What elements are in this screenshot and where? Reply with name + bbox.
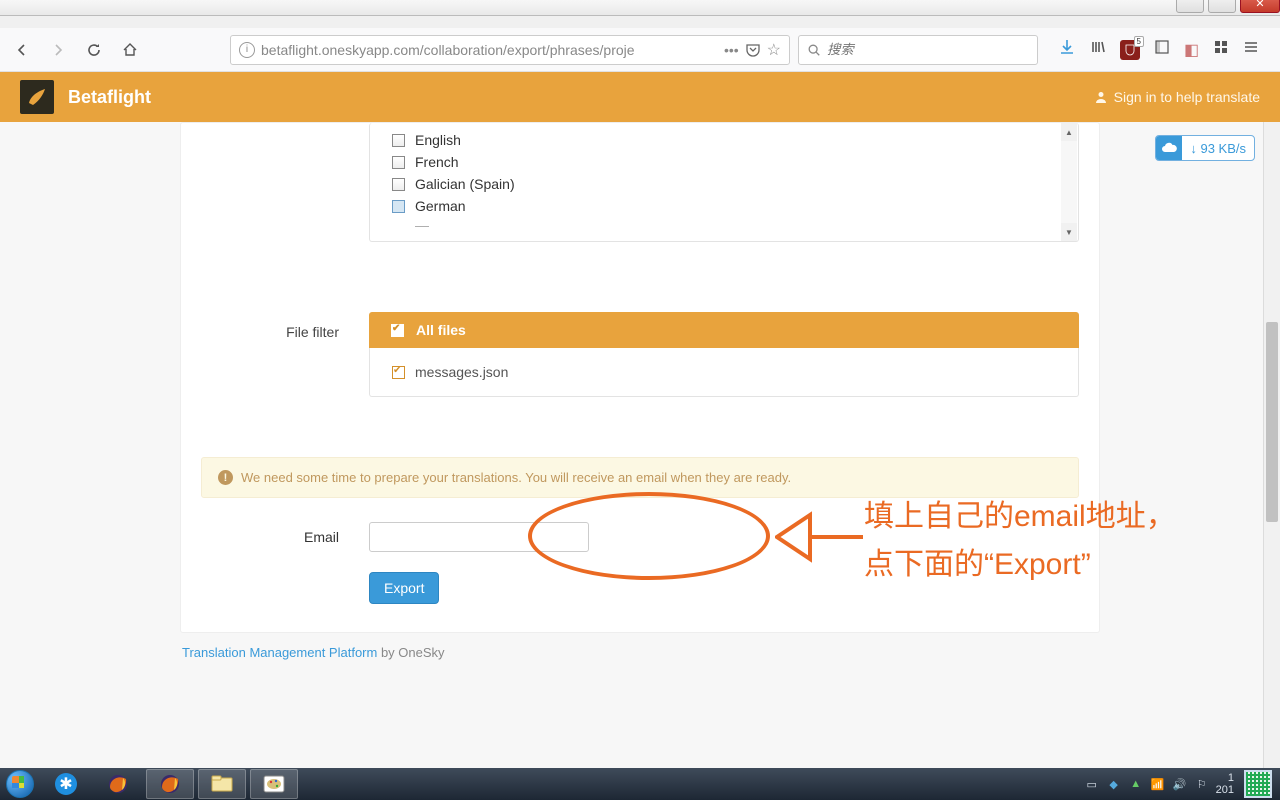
tray-icon[interactable]: ▲ <box>1128 776 1144 792</box>
page-actions-icon[interactable]: ••• <box>724 42 739 58</box>
window-minimize-button[interactable] <box>1208 0 1236 13</box>
tray-icon[interactable]: ▭ <box>1084 776 1100 792</box>
info-alert: ! We need some time to prepare your tran… <box>201 457 1079 498</box>
file-filter-header[interactable]: All files <box>369 312 1079 348</box>
export-button[interactable]: Export <box>369 572 439 604</box>
sidebar-toggle-icon[interactable] <box>1154 39 1170 60</box>
footer-link[interactable]: Translation Management Platform <box>182 645 377 660</box>
speed-value: ↓ 93 KB/s <box>1182 141 1254 156</box>
file-filter-item[interactable]: messages.json <box>392 364 1056 380</box>
window-close-button[interactable]: ✕ <box>1240 0 1280 13</box>
tab-strip <box>0 16 1280 28</box>
app-header: Betaflight Sign in to help translate <box>0 72 1280 122</box>
extension-icon-1[interactable]: ◧ <box>1184 40 1199 60</box>
signin-link[interactable]: Sign in to help translate <box>1094 89 1260 105</box>
tray-time[interactable]: 1 <box>1216 772 1234 784</box>
language-item[interactable]: English <box>370 129 1078 151</box>
taskbar-app-1[interactable]: ✱ <box>42 769 90 799</box>
search-bar[interactable] <box>798 35 1038 65</box>
system-tray[interactable]: ▭ ◆ ▲ 📶 🔊 ⚐ 1 201 <box>1084 770 1280 798</box>
checkbox-icon[interactable] <box>392 178 405 191</box>
language-item[interactable]: German <box>370 195 1078 217</box>
info-icon: ! <box>218 470 233 485</box>
email-label: Email <box>201 529 369 545</box>
ublock-icon[interactable]: 5 <box>1120 40 1140 60</box>
download-speed-widget[interactable]: ↓ 93 KB/s <box>1155 135 1255 161</box>
bookmark-star-icon[interactable]: ☆ <box>767 40 781 60</box>
tray-icon[interactable]: ◆ <box>1106 776 1122 792</box>
checkbox-icon[interactable] <box>392 200 405 213</box>
ublock-badge: 5 <box>1134 36 1144 47</box>
hamburger-menu-icon[interactable] <box>1243 39 1259 60</box>
annotation-text: 填上自己的email地址， 点下面的“Export” <box>864 493 1176 589</box>
scroll-up-icon[interactable]: ▲ <box>1061 123 1077 141</box>
user-icon <box>1094 90 1108 104</box>
back-button[interactable] <box>8 36 36 64</box>
language-item[interactable]: French <box>370 151 1078 173</box>
taskbar-firefox-active[interactable] <box>146 769 194 799</box>
qr-code[interactable] <box>1244 770 1272 798</box>
language-scrollbar[interactable]: ▲ ▼ <box>1061 123 1077 241</box>
taskbar-explorer[interactable] <box>198 769 246 799</box>
tray-icon[interactable]: 📶 <box>1150 776 1166 792</box>
pocket-icon[interactable] <box>745 42 761 58</box>
url-bar[interactable]: i ••• ☆ <box>230 35 790 65</box>
footer: Translation Management Platform by OneSk… <box>180 643 1100 660</box>
app-brand[interactable]: Betaflight <box>68 87 151 108</box>
library-icon[interactable] <box>1090 39 1106 60</box>
checkbox-icon[interactable] <box>392 156 405 169</box>
scrollbar-thumb[interactable] <box>1266 322 1278 522</box>
checkbox-icon[interactable] <box>391 324 404 337</box>
taskbar[interactable]: ✱ ▭ ◆ ▲ 📶 🔊 ⚐ 1 201 <box>0 768 1280 800</box>
tray-date[interactable]: 201 <box>1216 784 1234 796</box>
url-input[interactable] <box>261 42 718 58</box>
language-list[interactable]: English French Galician (Spain) German <box>369 123 1079 242</box>
tray-icon[interactable]: ⚐ <box>1194 776 1210 792</box>
window-restore-button[interactable] <box>1176 0 1204 13</box>
checkbox-icon[interactable] <box>392 134 405 147</box>
cloud-icon <box>1156 136 1182 160</box>
email-field[interactable] <box>369 522 589 552</box>
start-button[interactable] <box>0 768 40 800</box>
browser-nav-bar: i ••• ☆ 5 ◧ <box>0 28 1280 72</box>
search-icon <box>807 43 821 57</box>
search-input[interactable] <box>827 42 1029 57</box>
tray-icon[interactable]: 🔊 <box>1172 776 1188 792</box>
reload-button[interactable] <box>80 36 108 64</box>
scroll-down-icon[interactable]: ▼ <box>1061 223 1077 241</box>
extension-icon-2[interactable] <box>1213 39 1229 60</box>
taskbar-firefox-1[interactable] <box>94 769 142 799</box>
downloads-icon[interactable] <box>1058 38 1076 61</box>
site-info-icon[interactable]: i <box>239 42 255 58</box>
taskbar-paint[interactable] <box>250 769 298 799</box>
language-item-more: — <box>370 217 1078 235</box>
home-button[interactable] <box>116 36 144 64</box>
language-item[interactable]: Galician (Spain) <box>370 173 1078 195</box>
file-filter-label: File filter <box>201 312 369 340</box>
forward-button[interactable] <box>44 36 72 64</box>
page-scrollbar[interactable] <box>1263 122 1280 768</box>
betaflight-logo[interactable] <box>20 80 54 114</box>
checkbox-icon[interactable] <box>392 366 405 379</box>
